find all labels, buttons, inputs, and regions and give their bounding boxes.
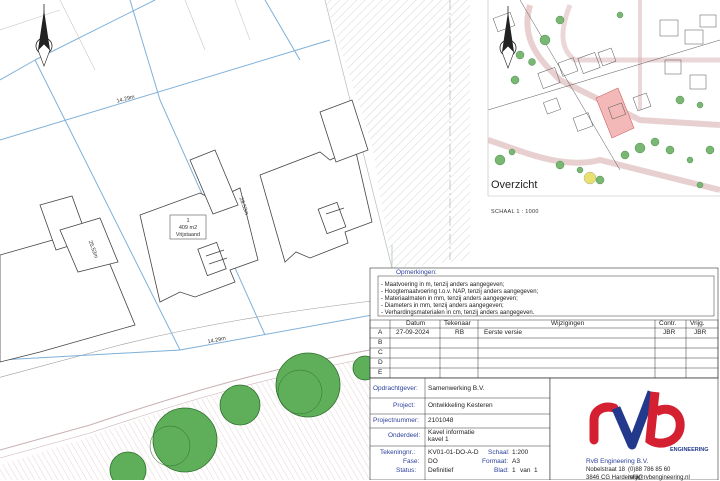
company-street: Nobelstraat 18 bbox=[586, 467, 626, 473]
note-item: - Maatvoering in m, tenzij anders aangeg… bbox=[381, 282, 505, 288]
house-right bbox=[259, 99, 373, 263]
dim-top: 14.29m bbox=[116, 94, 136, 105]
rev-row-letter: B bbox=[378, 339, 383, 346]
lot-status: Vrijstaand bbox=[176, 232, 200, 238]
blad-value: 1 bbox=[512, 467, 516, 474]
project-value: Ontwikkeling Kesteren bbox=[428, 402, 493, 409]
logo-text: ENGINEERING bbox=[670, 447, 709, 453]
overview-map bbox=[488, 0, 720, 196]
rev-row-wijziging: Eerste versie bbox=[484, 329, 522, 336]
blad-label: Blad: bbox=[494, 467, 509, 474]
note-item: - Hoogtemaatvoering t.o.v. NAP, tenzij a… bbox=[381, 289, 539, 295]
rev-row-vrijg: JBR bbox=[694, 329, 707, 336]
rev-row-datum: 27-09-2024 bbox=[396, 329, 430, 336]
note-item: - Materiaalmaten in mm, tenzij anders aa… bbox=[381, 296, 518, 302]
projectnummer-value: 2101048 bbox=[428, 417, 454, 424]
notes-heading: Opmerkingen: bbox=[396, 269, 437, 276]
project-label: Project: bbox=[393, 402, 416, 409]
overview-scale: SCHAAL 1 : 1000 bbox=[491, 209, 539, 215]
opdrachtgever-label: Opdrachtgever: bbox=[373, 385, 418, 392]
house-left bbox=[0, 195, 136, 363]
blad-van: van bbox=[520, 467, 531, 474]
rev-header-datum: Datum bbox=[406, 320, 426, 327]
opdrachtgever-value: Samenwerking B.V. bbox=[428, 385, 485, 392]
schaal-value: 1:200 bbox=[512, 449, 529, 456]
rev-row-tekenaar: RB bbox=[455, 329, 465, 336]
site-plan-drawing: 14.29m 25.53m 28.53m 14.29m 1 409 m2 Vri… bbox=[0, 0, 720, 480]
company-name: RvB Engineering B.V. bbox=[586, 458, 649, 465]
lot-area: 409 m2 bbox=[179, 225, 197, 231]
lot-number: 1 bbox=[186, 218, 189, 224]
status-label: Status: bbox=[396, 467, 417, 474]
formaat-label: Formaat: bbox=[482, 458, 509, 465]
tekening-label: Tekeningnr.: bbox=[380, 449, 416, 456]
company-email[interactable]: info@rvbengineering.nl bbox=[628, 475, 690, 481]
schaal-label: Schaal: bbox=[488, 449, 510, 456]
overview-title: Overzicht bbox=[491, 179, 538, 191]
note-item: - Verhardingsmaterialen in cm, tenzij an… bbox=[381, 310, 535, 316]
rev-row-letter: D bbox=[378, 359, 383, 366]
dim-bottom: 14.29m bbox=[207, 336, 227, 346]
formaat-value: A3 bbox=[512, 458, 520, 465]
projectnummer-label: Projectnummer: bbox=[373, 417, 419, 424]
rev-row-letter: C bbox=[378, 349, 383, 356]
tekening-value: KV01-01-DO-A-D bbox=[428, 449, 479, 456]
fase-value: DO bbox=[428, 458, 438, 465]
onderdeel-value-2: kavel 1 bbox=[428, 436, 449, 443]
rev-row-letter: A bbox=[378, 329, 383, 336]
status-value: Definitief bbox=[428, 467, 454, 474]
company-phone: (0)88 786 85 60 bbox=[628, 467, 671, 473]
onderdeel-label: Onderdeel: bbox=[388, 432, 421, 439]
note-item: - Diameters in mm, tenzij anders aangege… bbox=[381, 303, 504, 309]
rev-row-contr: JBR bbox=[663, 329, 676, 336]
rev-header-tekenaar: Tekenaar bbox=[444, 320, 471, 327]
fase-label: Fase: bbox=[403, 458, 420, 465]
rev-row-letter: E bbox=[378, 369, 383, 376]
rev-header-vrijg: Vrijg. bbox=[690, 320, 705, 327]
rev-header-contr: Contr. bbox=[659, 320, 677, 327]
rev-header-wijzigingen: Wijzigingen bbox=[551, 320, 585, 327]
blad-total: 1 bbox=[534, 467, 538, 474]
